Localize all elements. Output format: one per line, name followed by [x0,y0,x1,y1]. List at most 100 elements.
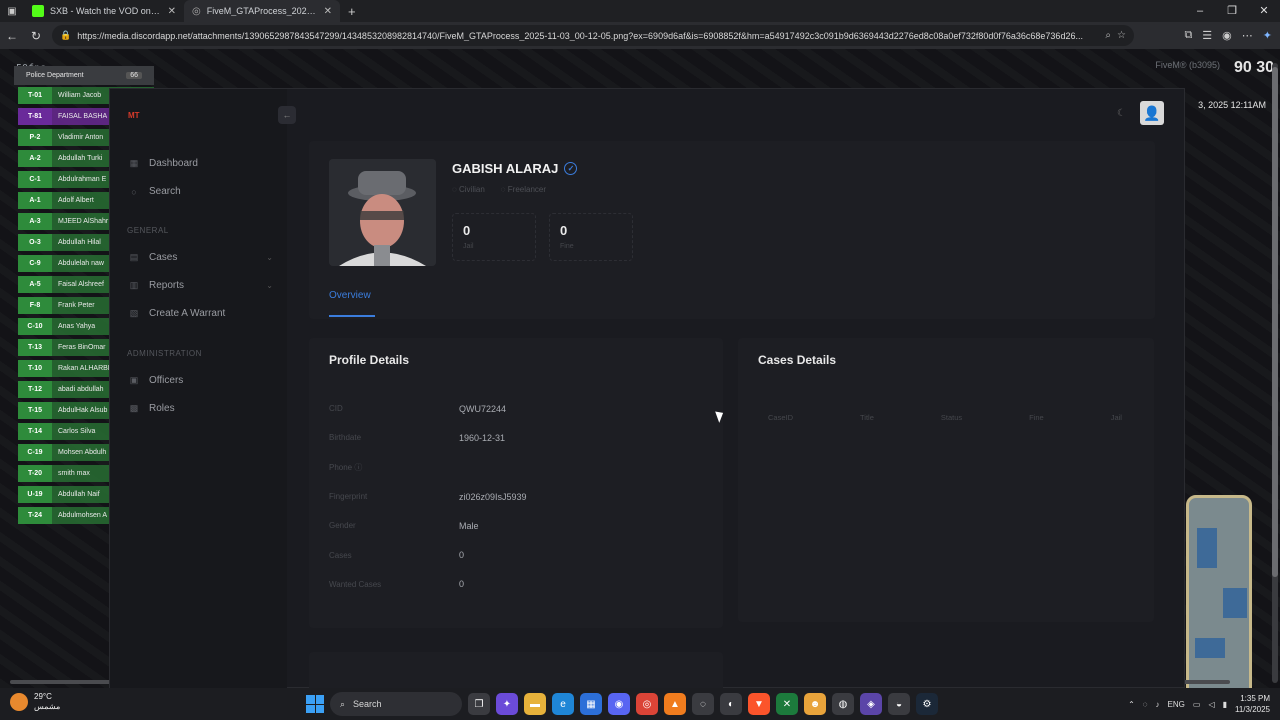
nav-cases[interactable]: ▤ Cases ⌄ [128,252,273,263]
browser-tab-image[interactable]: ◎ FiveM_GTAProcess_2025-11-03_0 ✕ [184,0,340,22]
mdt-window: MT ▦ Dashboard ○ Search GENERAL ▤ Cases … [109,88,1185,692]
more-menu-icon[interactable]: ⋯ [1242,29,1253,42]
nav-label: Dashboard [149,158,198,169]
globe-icon: ◎ [192,5,201,17]
chevron-down-icon: ⌄ [266,281,273,290]
mic-icon[interactable]: ♪ [1156,700,1160,709]
vertical-scrollbar[interactable] [1272,63,1278,683]
unit-callsign: O-3 [18,234,52,251]
copilot-app-icon[interactable]: ✦ [496,693,518,715]
start-icon[interactable] [306,695,324,713]
weather-widget[interactable]: 29°C مشمس [10,692,60,712]
verified-icon: ✓ [564,162,578,175]
mdt-sidebar: MT ▦ Dashboard ○ Search GENERAL ▤ Cases … [110,89,287,689]
column-header[interactable]: Title [860,413,874,422]
collapse-sidebar-button[interactable]: ← [278,106,296,124]
taskbar-apps: ⌕ Search ❐ ✦ ▬ e ▦ ◉ ◎ ▲ ◌ ◐ ▼ ✕ ☻ ◍ ◈ ◒… [306,692,938,716]
battery-icon[interactable]: ▮ [1223,700,1227,709]
detail-row: Wanted Cases 0 [329,570,527,599]
folder-icon: ▤ [129,252,139,262]
profile-icon[interactable]: ◉ [1222,29,1232,42]
person-icon: ◌ [452,185,459,194]
unit-callsign: T-13 [18,339,52,356]
close-tab-icon[interactable]: ✕ [324,6,332,17]
refresh-icon[interactable]: ↻ [24,29,48,43]
roster-header: Police Department 66 [14,66,154,85]
app-icon[interactable]: ◌ [692,693,714,715]
minimize-icon[interactable]: – [1184,0,1216,22]
unit-callsign: P-2 [18,129,52,146]
citizen-role: ◌ Civilian [452,185,485,194]
app-icon[interactable]: ▲ [664,693,686,715]
detail-key: Gender [329,521,356,531]
favorites-icon[interactable]: ☰ [1202,29,1212,42]
detail-value: zi026z09IsJ5939 [459,491,527,502]
column-header[interactable]: Jail [1111,413,1122,422]
nav-reports[interactable]: ▥ Reports ⌄ [128,280,273,291]
network-icon[interactable]: ▭ [1193,700,1201,709]
extensions-icon[interactable]: ⧉ [1184,29,1192,42]
detail-key: Wanted Cases [329,579,382,589]
roster-count: 66 [126,72,142,79]
nav-create-warrant[interactable]: ▧ Create A Warrant [128,308,273,319]
url-field[interactable]: 🔒 https://media.discordapp.net/attachmen… [52,25,1134,46]
scroll-thumb[interactable] [1272,67,1278,577]
nav-search[interactable]: ○ Search [128,186,273,197]
app-icon[interactable]: ✕ [776,693,798,715]
discord-icon[interactable]: ◉ [608,693,630,715]
task-view-icon[interactable]: ❐ [468,693,490,715]
restore-icon[interactable]: ❐ [1216,0,1248,22]
unit-callsign: T-12 [18,381,52,398]
column-header[interactable]: CaseID [768,413,793,422]
zoom-icon[interactable]: ⌕ [1105,30,1111,41]
copilot-icon[interactable]: ✦ [1263,29,1272,42]
roster-title: Police Department [26,72,84,79]
detail-key: Phone [329,462,353,472]
store-icon[interactable]: ▦ [580,693,602,715]
edge-icon[interactable]: e [552,693,574,715]
moon-icon[interactable]: ☾ [1117,108,1126,119]
sidebar-toggle-icon[interactable]: ▣ [0,6,24,17]
chevron-up-icon[interactable]: ⌃ [1128,700,1135,709]
volume-icon[interactable]: ◁ [1208,700,1214,709]
language-indicator[interactable]: ENG [1168,700,1185,709]
unit-callsign: F-8 [18,297,52,314]
citizen-name: GABISH ALARAJ [452,161,559,176]
nav-roles[interactable]: ▩ Roles [128,403,273,414]
back-icon[interactable]: ← [0,29,24,43]
nav-dashboard[interactable]: ▦ Dashboard [128,158,273,169]
nav-label: Search [149,186,181,197]
new-tab-button[interactable]: + [340,4,356,19]
tab-overview[interactable]: Overview [329,290,371,301]
app-icon[interactable]: ◒ [888,693,910,715]
star-icon[interactable]: ☆ [1117,30,1126,41]
unit-callsign: T-10 [18,360,52,377]
user-avatar[interactable]: 👤 [1140,101,1164,125]
jail-value: 0 [463,223,471,238]
taskbar-search[interactable]: ⌕ Search [330,692,462,716]
close-window-icon[interactable]: ✕ [1248,0,1280,22]
app-icon[interactable]: ◍ [832,693,854,715]
tray-app-icon[interactable]: ◌ [1143,700,1148,709]
browser-tab-bar: ▣ SXB - Watch the VOD on Kick ✕ ◎ FiveM_… [0,0,1280,22]
nav-officers[interactable]: ▣ Officers [128,375,273,386]
steam-icon[interactable]: ⚙ [916,693,938,715]
chrome-icon[interactable]: ◎ [636,693,658,715]
citizen-tags: ◌ Civilian ◌ Freelancer [452,185,546,194]
app-icon[interactable]: ◈ [860,693,882,715]
close-tab-icon[interactable]: ✕ [168,6,176,17]
detail-value: Male [459,520,479,531]
additional-card [309,652,723,692]
file-explorer-icon[interactable]: ▬ [524,693,546,715]
app-icon[interactable]: ◐ [720,693,742,715]
column-header[interactable]: Status [941,413,962,422]
browser-tab-kick[interactable]: SXB - Watch the VOD on Kick ✕ [24,0,184,22]
taskbar-clock[interactable]: 1:35 PM 11/3/2025 [1235,693,1270,715]
column-header[interactable]: Fine [1029,413,1044,422]
cases-details-card: Cases Details CaseID Title Status Fine Jail [738,338,1154,622]
detail-key: CID [329,404,343,414]
fivem-build: FiveM® (b3095) [1155,60,1220,70]
search-icon: ○ [131,186,137,197]
app-icon[interactable]: ☻ [804,693,826,715]
brave-icon[interactable]: ▼ [748,693,770,715]
